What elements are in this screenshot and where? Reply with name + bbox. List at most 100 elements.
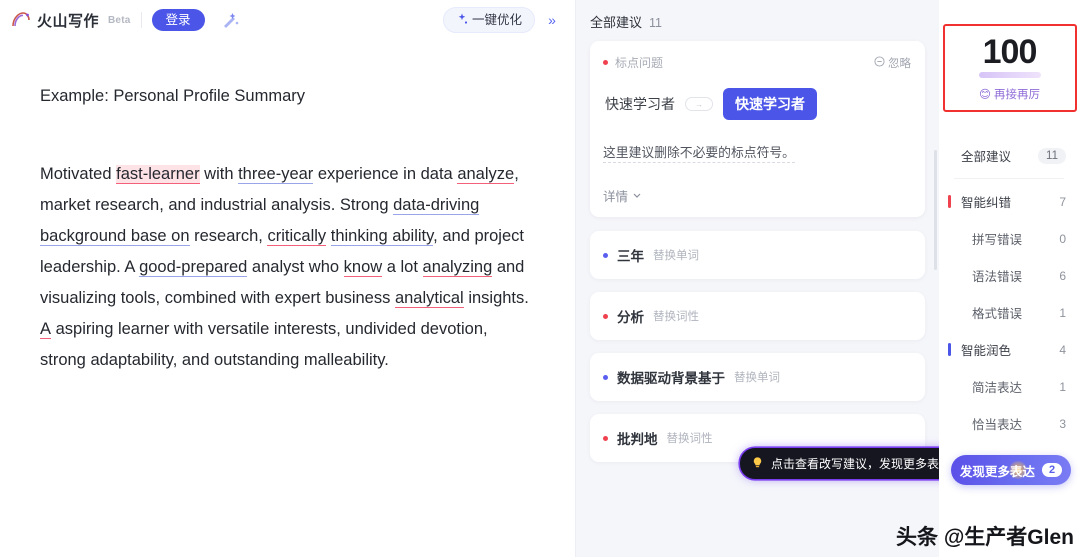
suggestion-item-word: 批判地 bbox=[617, 432, 658, 447]
ignore-button-label: 忽略 bbox=[888, 57, 911, 70]
app-root: 火山写作 Beta 登录 一键优化 » Example: Personal Pr… bbox=[0, 0, 1080, 557]
score-pane: 100 😊 再接再厉 全部建议 11 智能纠错 7 拼写错误 0 语法错误 6 格式错误 1 智能润… bbox=[939, 0, 1080, 557]
one-click-optimize-label: 一键优化 bbox=[471, 12, 522, 27]
suggestion-item-action: 替换词性 bbox=[666, 433, 713, 445]
replacement-original-text: 快速学习者 bbox=[605, 96, 675, 112]
login-button[interactable]: 登录 bbox=[151, 8, 205, 32]
chevron-down-icon bbox=[632, 189, 642, 203]
smile-emoji-icon: 😊 bbox=[979, 88, 991, 101]
paragraph-text: experience in data bbox=[313, 164, 458, 183]
suggestion-card-expanded[interactable]: 标点问题 忽略 快速学习者 → 快速学习者 这里建议删除不必要的标点符号。 详情 bbox=[590, 41, 925, 217]
inline-suggestion-mark[interactable]: A bbox=[40, 319, 52, 339]
nav-item-7[interactable]: 恰当表达 3 bbox=[939, 405, 1080, 442]
rewrite-hint-tooltip: 点击查看改写建议，发现更多表达 bbox=[740, 448, 939, 479]
suggestion-item[interactable]: 数据驱动背景基于 替换单词 bbox=[590, 353, 925, 401]
nav-item-label: 拼写错误 bbox=[972, 233, 1023, 247]
brand-name: 火山写作 bbox=[37, 12, 100, 30]
paragraph-text: a lot bbox=[382, 257, 423, 276]
inline-suggestion-mark[interactable]: analytical bbox=[394, 288, 464, 308]
suggestions-pane: 全部建议 11 标点问题 忽略 快速学习者 → 快速学习者 这里建议删除不必要的… bbox=[576, 0, 939, 557]
paragraph-text: insights. bbox=[463, 288, 529, 307]
score-value: 100 bbox=[982, 32, 1038, 71]
suggestion-item-action: 替换单词 bbox=[734, 372, 780, 384]
suggestion-item[interactable]: 分析 替换词性 bbox=[590, 292, 925, 340]
inline-suggestion-mark[interactable]: fast-learner bbox=[116, 164, 200, 184]
inline-suggestion-mark[interactable]: know bbox=[343, 257, 383, 277]
issue-dot-icon bbox=[603, 313, 608, 319]
arrow-right-pill-icon: → bbox=[685, 97, 713, 111]
score-card[interactable]: 100 😊 再接再厉 bbox=[942, 24, 1077, 112]
nav-item-count: 0 bbox=[1059, 231, 1066, 246]
category-nav: 全部建议 11 智能纠错 7 拼写错误 0 语法错误 6 格式错误 1 智能润色 4 简洁表达 1 恰当表达… bbox=[939, 137, 1080, 442]
editor-pane: 火山写作 Beta 登录 一键优化 » Example: Personal Pr… bbox=[0, 0, 576, 557]
nav-item-1[interactable]: 智能纠错 7 bbox=[939, 183, 1080, 220]
score-caption: 😊 再接再厉 bbox=[979, 86, 1040, 102]
inline-suggestion-mark[interactable]: thinking ability bbox=[330, 226, 434, 246]
nav-item-4[interactable]: 格式错误 1 bbox=[939, 294, 1080, 331]
suggestion-item[interactable]: 三年 替换单词 bbox=[590, 231, 925, 279]
nav-item-label: 智能润色 bbox=[961, 344, 1012, 358]
suggestion-card-tag-label: 标点问题 bbox=[615, 56, 664, 70]
issue-dot-icon bbox=[603, 60, 608, 65]
inline-suggestion-mark[interactable]: critically bbox=[267, 226, 327, 246]
nav-item-count: 6 bbox=[1059, 268, 1066, 283]
discover-more-button[interactable]: 发现更多表达 2 bbox=[951, 455, 1071, 485]
document-paragraph[interactable]: Motivated fast-learner with three-year e… bbox=[40, 159, 535, 376]
nav-accent-bar bbox=[948, 343, 951, 356]
suggestion-detail-label: 详情 bbox=[603, 190, 629, 204]
watermark: 头条 @生产者Glen bbox=[896, 526, 1074, 549]
nav-item-label: 语法错误 bbox=[972, 270, 1023, 284]
ignore-button[interactable]: 忽略 bbox=[874, 55, 911, 71]
discover-more-count: 2 bbox=[1041, 463, 1063, 477]
suggestion-item-word: 分析 bbox=[617, 310, 644, 325]
sparkle-icon bbox=[456, 13, 468, 28]
magic-wand-icon[interactable] bbox=[217, 7, 243, 33]
editor-toolbar: 火山写作 Beta 登录 一键优化 » bbox=[0, 0, 575, 40]
suggestion-card-header: 标点问题 忽略 bbox=[603, 54, 911, 71]
issue-dot-icon bbox=[603, 435, 608, 441]
suggestion-card-body: 标点问题 忽略 快速学习者 → 快速学习者 这里建议删除不必要的标点符号。 详情 bbox=[590, 41, 925, 217]
inline-suggestion-mark[interactable]: good-prepared bbox=[139, 257, 248, 277]
nav-item-count: 4 bbox=[1059, 342, 1066, 357]
brand: 火山写作 Beta bbox=[10, 9, 131, 31]
nav-item-count: 7 bbox=[1059, 194, 1066, 209]
inline-suggestion-mark[interactable]: three-year bbox=[238, 164, 314, 184]
rewrite-hint-text: 点击查看改写建议，发现更多表达 bbox=[771, 457, 939, 471]
inline-suggestion-mark[interactable]: analyzing bbox=[422, 257, 493, 277]
nav-item-5[interactable]: 智能润色 4 bbox=[939, 331, 1080, 368]
suggestion-item-action: 替换词性 bbox=[653, 311, 699, 323]
nav-item-6[interactable]: 简洁表达 1 bbox=[939, 368, 1080, 405]
paragraph-text: analyst who bbox=[247, 257, 344, 276]
nav-item-0[interactable]: 全部建议 11 bbox=[939, 137, 1080, 174]
nav-item-label: 恰当表达 bbox=[972, 418, 1023, 432]
inline-suggestion-mark[interactable]: analyze bbox=[457, 164, 515, 184]
lightbulb-icon bbox=[751, 456, 764, 472]
circle-minus-icon bbox=[874, 55, 885, 70]
one-click-optimize-button[interactable]: 一键优化 bbox=[442, 6, 535, 34]
nav-accent-bar bbox=[948, 195, 951, 208]
document-body[interactable]: Example: Personal Profile Summary Motiva… bbox=[0, 40, 575, 557]
volcano-logo-icon bbox=[10, 9, 32, 31]
nav-item-2[interactable]: 拼写错误 0 bbox=[939, 220, 1080, 257]
nav-item-count: 1 bbox=[1059, 379, 1066, 394]
chevron-double-right-icon[interactable]: » bbox=[539, 7, 565, 33]
issue-dot-icon bbox=[603, 374, 608, 380]
nav-item-3[interactable]: 语法错误 6 bbox=[939, 257, 1080, 294]
suggestion-description: 这里建议删除不必要的标点符号。 bbox=[603, 142, 795, 163]
suggestions-header-count: 11 bbox=[649, 16, 662, 30]
nav-item-count: 3 bbox=[1059, 416, 1066, 431]
suggestion-item-word: 三年 bbox=[617, 249, 644, 264]
suggestions-header-title: 全部建议 bbox=[590, 15, 643, 30]
suggestion-replacement-row: 快速学习者 → 快速学习者 bbox=[605, 88, 911, 120]
suggestions-list: 标点问题 忽略 快速学习者 → 快速学习者 这里建议删除不必要的标点符号。 详情… bbox=[576, 31, 939, 462]
score-card-highlight: 100 😊 再接再厉 bbox=[942, 24, 1077, 112]
suggestion-detail-toggle[interactable]: 详情 bbox=[603, 186, 911, 205]
toolbar-right-group: 一键优化 » bbox=[442, 0, 565, 40]
score-underline-decoration bbox=[978, 71, 1041, 78]
issue-dot-icon bbox=[603, 252, 608, 258]
suggestion-card-tag: 标点问题 bbox=[603, 54, 663, 71]
nav-item-count: 1 bbox=[1059, 305, 1066, 320]
document-title: Example: Personal Profile Summary bbox=[40, 87, 306, 105]
suggestions-scrollbar[interactable] bbox=[934, 150, 937, 270]
replacement-suggestion-button[interactable]: 快速学习者 bbox=[723, 88, 817, 120]
